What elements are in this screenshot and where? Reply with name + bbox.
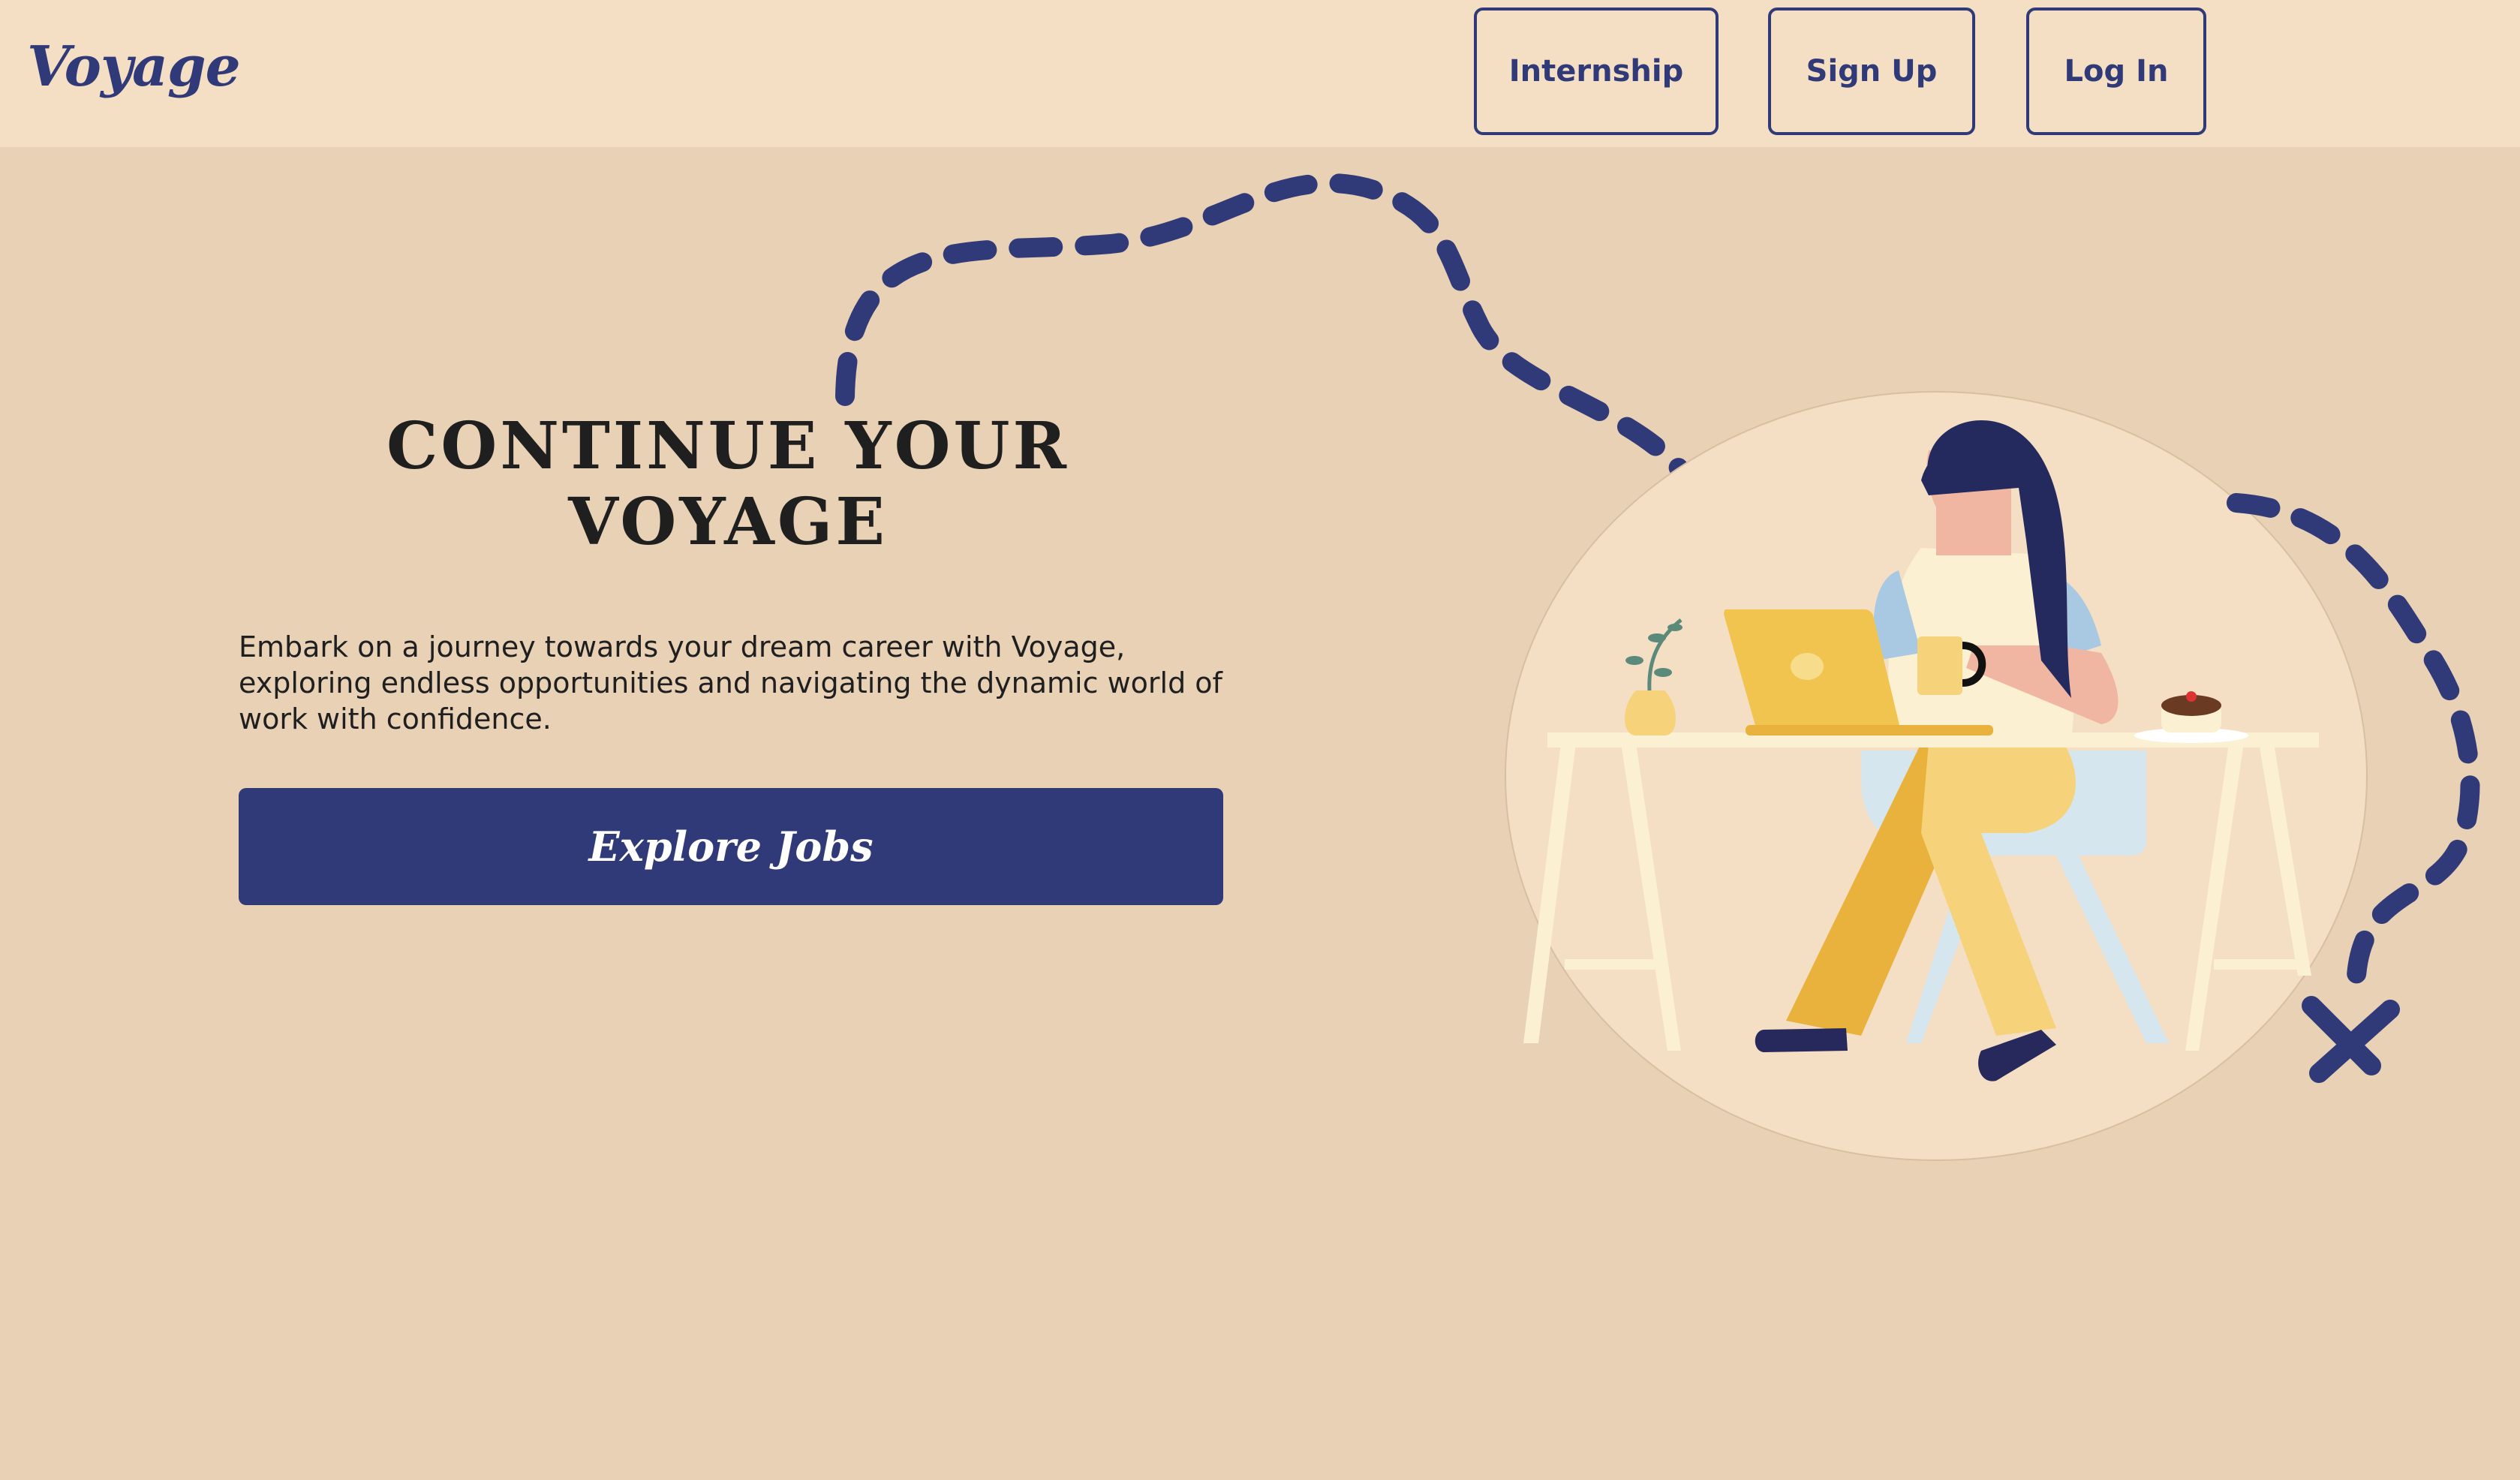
- hero-title: CONTINUE YOUR VOYAGE: [386, 408, 1070, 560]
- x-mark: [2302, 996, 2400, 1083]
- hero-illustration: [835, 173, 2480, 1161]
- hero-description: Embark on a journey towards your dream c…: [239, 630, 1222, 735]
- explore-jobs-button[interactable]: Explore Jobs: [239, 788, 1223, 905]
